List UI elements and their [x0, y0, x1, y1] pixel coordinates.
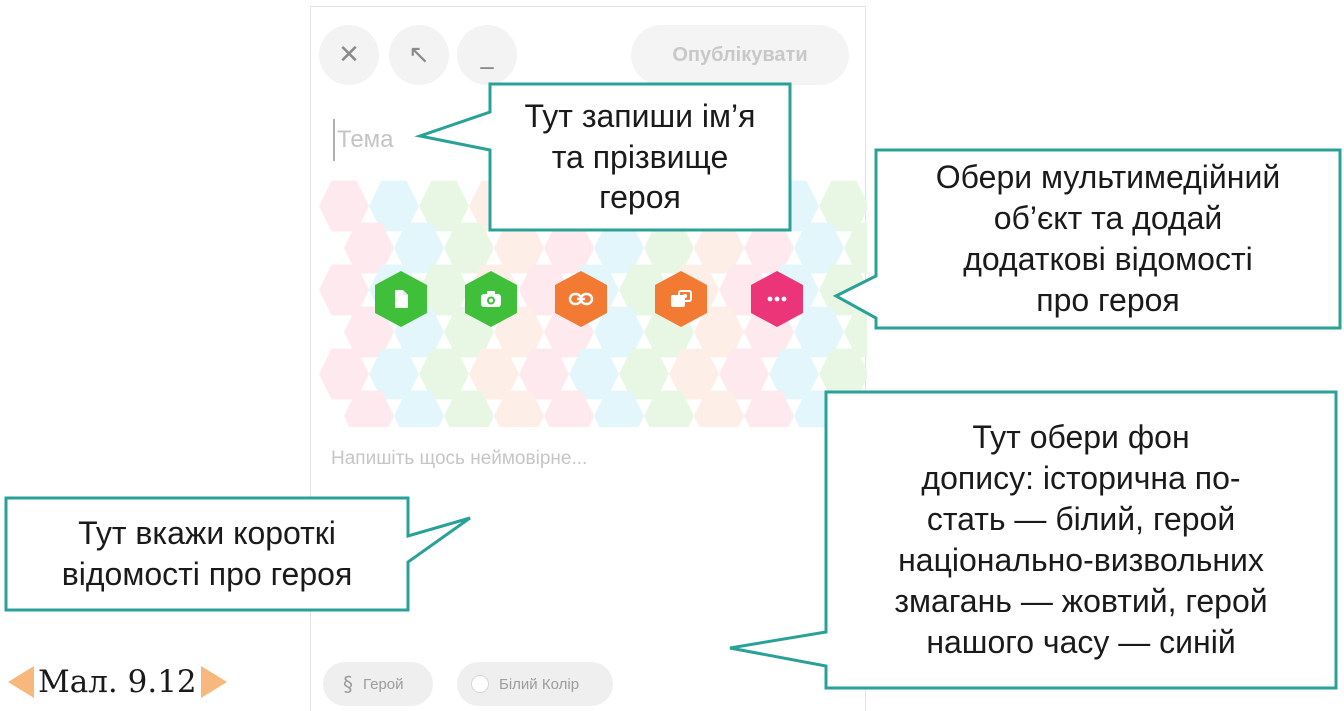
- expand-button[interactable]: ↖: [389, 25, 449, 85]
- publish-button[interactable]: Опублікувати: [631, 25, 849, 85]
- color-chip-label: Білий Колір: [499, 675, 580, 693]
- topic-chip-label: Герой: [363, 675, 404, 693]
- callout-background-text: Тут обери фон допису: історична по- стат…: [894, 419, 1268, 660]
- section-icon: §: [343, 672, 353, 696]
- figure-caption-label: Мал. 9.12: [38, 664, 197, 700]
- minimize-button[interactable]: _: [457, 25, 517, 85]
- minimize-icon: _: [480, 40, 494, 70]
- topic-input[interactable]: [333, 119, 483, 161]
- link-icon: [568, 292, 594, 306]
- caption-right-arrow-icon: [200, 666, 227, 698]
- background-color-chip[interactable]: Білий Колір: [457, 662, 613, 706]
- topic-chip[interactable]: § Герой: [323, 662, 433, 706]
- close-icon: ✕: [338, 40, 360, 70]
- callout-info-text: Тут вкажи короткі відомості про героя: [61, 515, 353, 592]
- more-icon: [767, 296, 787, 302]
- color-swatch-icon: [471, 675, 489, 693]
- post-body-input[interactable]: [331, 439, 831, 479]
- close-button[interactable]: ✕: [319, 25, 379, 85]
- callout-name-text: Тут запиши ім’я та прізвище героя: [524, 97, 756, 216]
- callout-media-text: Обери мультимедійний об’єкт та додай дод…: [935, 159, 1281, 318]
- media-gallery-icon: [671, 290, 692, 307]
- figure-caption: Мал. 9.12: [8, 662, 227, 702]
- caption-left-arrow-icon: [8, 666, 34, 698]
- expand-arrow-icon: ↖: [408, 40, 430, 70]
- file-icon: [395, 290, 408, 308]
- camera-icon: [481, 291, 501, 307]
